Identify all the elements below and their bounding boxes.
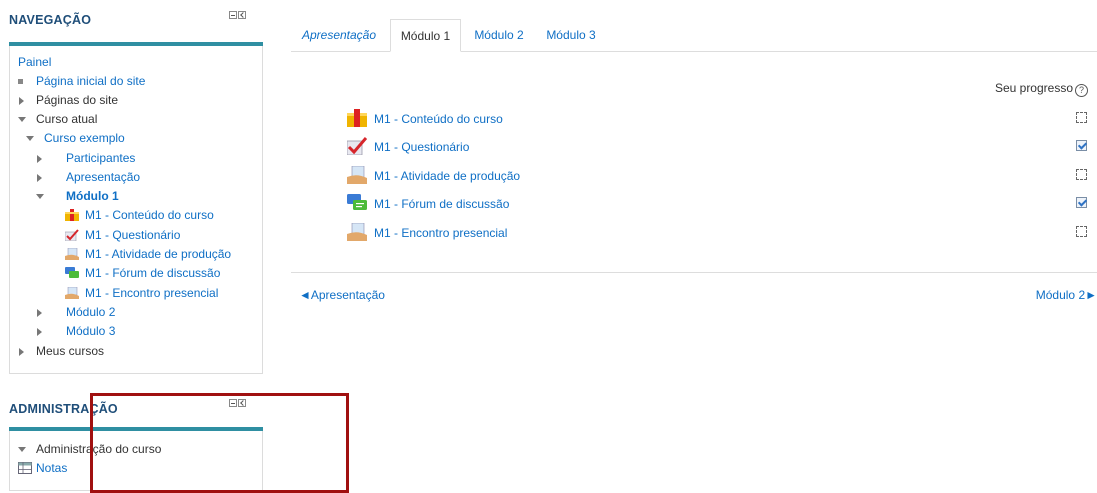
activity-row: M1 - Encontro presencial (347, 223, 1087, 245)
prev-section-link[interactable]: ◄Apresentação (299, 288, 385, 302)
tab-presentation[interactable]: Apresentação (291, 19, 387, 51)
activity-row: M1 - Atividade de produção (347, 166, 1087, 188)
assignment-icon (65, 248, 79, 260)
activity-link[interactable]: M1 - Fórum de discussão (374, 197, 509, 211)
minimize-icon[interactable] (229, 399, 237, 407)
nav-item-m1-meeting-link[interactable]: M1 - Encontro presencial (85, 286, 218, 300)
nav-item-module3[interactable]: Módulo 3 (37, 322, 115, 341)
administration-block-body: Administração do curso Notas (9, 431, 263, 491)
admin-item-course-admin[interactable]: Administração do curso (18, 440, 161, 459)
nav-item-presentation-link[interactable]: Apresentação (66, 170, 140, 184)
nav-item-my-courses[interactable]: Meus cursos (18, 342, 104, 361)
admin-item-grades[interactable]: Notas (18, 459, 67, 478)
caret-down-icon (36, 194, 44, 199)
nav-item-participants-link[interactable]: Participantes (66, 151, 135, 165)
activity-link[interactable]: M1 - Conteúdo do curso (374, 112, 503, 126)
minimize-icon[interactable] (229, 11, 237, 19)
package-icon (65, 209, 79, 221)
caret-right-icon (19, 348, 24, 356)
nav-item-m1-quiz-link[interactable]: M1 - Questionário (85, 228, 180, 242)
caret-down-icon (26, 136, 34, 141)
caret-right-icon (37, 174, 42, 182)
nav-item-module3-link[interactable]: Módulo 3 (66, 324, 115, 338)
completion-checkbox[interactable] (1076, 226, 1087, 237)
activity-link[interactable]: M1 - Questionário (374, 140, 469, 154)
nav-item-module2[interactable]: Módulo 2 (37, 303, 115, 322)
caret-down-icon (18, 447, 26, 452)
tab-module2[interactable]: Módulo 2 (463, 19, 535, 51)
nav-item-example-course-link[interactable]: Curso exemplo (44, 131, 125, 145)
section-divider (291, 272, 1097, 273)
caret-down-icon (18, 117, 26, 122)
bullet-icon (18, 79, 23, 84)
nav-item-current-course-label: Curso atual (36, 112, 98, 126)
caret-right-icon (37, 328, 42, 336)
nav-item-m1-content-link[interactable]: M1 - Conteúdo do curso (85, 208, 214, 222)
next-section-link[interactable]: Módulo 2► (1036, 288, 1097, 302)
admin-item-grades-link[interactable]: Notas (36, 461, 67, 475)
forum-icon (65, 267, 79, 278)
nav-item-site-pages[interactable]: Páginas do site (18, 91, 118, 110)
nav-item-presentation[interactable]: Apresentação (37, 168, 140, 187)
administration-block-title: ADMINISTRAÇÃO (9, 402, 118, 416)
nav-item-home[interactable]: Página inicial do site (18, 72, 145, 91)
completion-checkbox[interactable] (1076, 169, 1087, 180)
nav-item-example-course[interactable]: Curso exemplo (26, 129, 125, 148)
package-icon (347, 109, 367, 127)
assignment-icon (347, 166, 367, 184)
nav-item-m1-content[interactable]: M1 - Conteúdo do curso (65, 206, 214, 225)
activity-row: M1 - Questionário (347, 137, 1087, 159)
completion-checkbox[interactable] (1076, 112, 1087, 123)
nav-item-m1-meeting[interactable]: M1 - Encontro presencial (65, 284, 218, 303)
progress-header: Seu progresso? (995, 81, 1088, 97)
nav-item-current-course[interactable]: Curso atual (18, 110, 97, 129)
nav-item-m1-production[interactable]: M1 - Atividade de produção (65, 245, 231, 264)
course-tabs: Apresentação Módulo 1 Módulo 2 Módulo 3 (291, 19, 1097, 52)
nav-item-m1-production-link[interactable]: M1 - Atividade de produção (85, 247, 231, 261)
navigation-block-controls (229, 11, 246, 19)
quiz-icon (65, 229, 79, 241)
help-icon[interactable]: ? (1075, 84, 1088, 97)
nav-item-painel[interactable]: Painel (18, 53, 51, 72)
progress-label: Seu progresso (994, 81, 1073, 95)
activity-row: M1 - Fórum de discussão (347, 194, 1087, 216)
completion-checkbox-checked[interactable] (1076, 197, 1087, 208)
nav-item-participants[interactable]: Participantes (37, 149, 135, 168)
nav-item-m1-forum-link[interactable]: M1 - Fórum de discussão (85, 266, 220, 280)
quiz-icon (347, 137, 367, 155)
tab-module3[interactable]: Módulo 3 (535, 19, 607, 51)
assignment-icon (65, 287, 79, 299)
completion-checkbox-checked[interactable] (1076, 140, 1087, 151)
dock-icon[interactable] (238, 399, 246, 407)
navigation-block-title: NAVEGAÇÃO (9, 13, 92, 27)
navigation-block-body: Painel Página inicial do site Páginas do… (9, 46, 263, 374)
nav-item-m1-forum[interactable]: M1 - Fórum de discussão (65, 264, 220, 283)
admin-item-course-admin-label: Administração do curso (36, 442, 162, 456)
dock-icon[interactable] (238, 11, 246, 19)
nav-item-site-pages-label: Páginas do site (36, 93, 119, 107)
activity-link[interactable]: M1 - Atividade de produção (374, 169, 520, 183)
caret-right-icon (37, 309, 42, 317)
nav-item-home-link[interactable]: Página inicial do site (36, 74, 145, 88)
grades-table-icon (18, 462, 32, 474)
assignment-icon (347, 223, 367, 241)
administration-block-controls (229, 399, 246, 407)
activity-link[interactable]: M1 - Encontro presencial (374, 226, 507, 240)
nav-item-module1[interactable]: Módulo 1 (36, 187, 119, 206)
nav-item-m1-quiz[interactable]: M1 - Questionário (65, 226, 180, 245)
forum-icon (347, 194, 367, 210)
caret-right-icon (19, 97, 24, 105)
nav-item-module2-link[interactable]: Módulo 2 (66, 305, 115, 319)
nav-item-my-courses-label: Meus cursos (36, 344, 105, 358)
nav-item-module1-link[interactable]: Módulo 1 (66, 189, 119, 203)
tab-module1[interactable]: Módulo 1 (390, 19, 461, 52)
activity-row: M1 - Conteúdo do curso (347, 109, 1087, 131)
caret-right-icon (37, 155, 42, 163)
